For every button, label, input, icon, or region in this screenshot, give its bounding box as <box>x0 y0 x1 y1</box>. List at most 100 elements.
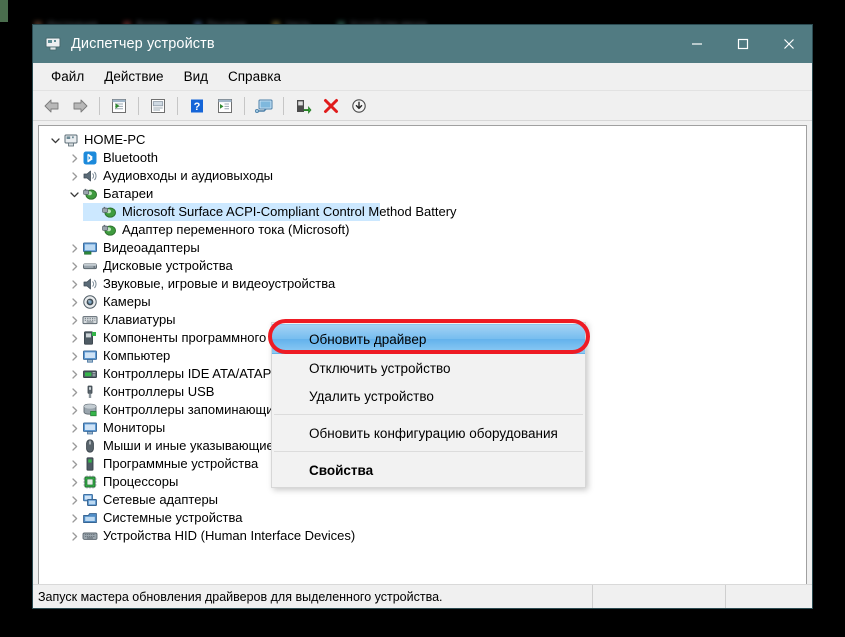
context-menu-item[interactable]: Отключить устройство <box>272 354 585 382</box>
chevron-right-icon[interactable] <box>66 311 82 329</box>
window-titlebar[interactable]: Диспетчер устройств <box>33 25 812 63</box>
device-tree-panel[interactable]: HOME-PC Bluetooth Аудиовходы и аудиовыходы… <box>38 125 807 595</box>
tree-item[interactable]: Аудиовходы и аудиовыходы <box>39 167 806 185</box>
properties-icon[interactable] <box>145 94 171 118</box>
chevron-right-icon[interactable] <box>66 437 82 455</box>
tree-item-label: Аудиовходы и аудиовыходы <box>103 168 273 183</box>
disable-device-icon[interactable] <box>346 94 372 118</box>
context-menu-item[interactable]: Свойства <box>272 456 585 484</box>
help-icon[interactable]: ? <box>184 94 210 118</box>
show-hidden-devices-icon[interactable] <box>106 94 132 118</box>
context-menu-separator <box>274 414 583 415</box>
backdrop-left-chip <box>0 0 8 22</box>
tree-item[interactable]: Батареи <box>39 185 806 203</box>
close-icon[interactable] <box>766 25 812 63</box>
tree-item-label: Дисковые устройства <box>103 258 233 273</box>
tree-item-label: Контроллеры USB <box>103 384 215 399</box>
chevron-right-icon[interactable] <box>66 473 82 491</box>
toolbar-separator <box>283 96 284 115</box>
chevron-right-icon[interactable] <box>66 347 82 365</box>
tree-item[interactable]: Устройства HID (Human Interface Devices) <box>39 527 806 545</box>
tree-item-label: Батареи <box>103 186 154 201</box>
chevron-down-icon[interactable] <box>66 185 82 203</box>
tree-item[interactable]: Видеоадаптеры <box>39 239 806 257</box>
chevron-right-icon[interactable] <box>66 149 82 167</box>
toolbar-separator <box>177 96 178 115</box>
chevron-right-icon[interactable] <box>66 257 82 275</box>
monitor-icon <box>82 420 98 436</box>
minimize-icon[interactable] <box>674 25 720 63</box>
chevron-right-icon[interactable] <box>66 401 82 419</box>
chevron-right-icon[interactable] <box>66 455 82 473</box>
toolbar-separator <box>138 96 139 115</box>
menu-item-4[interactable]: Справка <box>218 65 291 88</box>
menu-item-1[interactable]: Файл <box>41 65 94 88</box>
tree-item[interactable]: Дисковые устройства <box>39 257 806 275</box>
chevron-right-icon[interactable] <box>66 275 82 293</box>
chevron-right-icon[interactable] <box>66 365 82 383</box>
tree-item-label: Компьютер <box>103 348 171 363</box>
bluetooth-icon <box>82 150 98 166</box>
tree-item[interactable]: Системные устройства <box>39 509 806 527</box>
status-message-pane: Запуск мастера обновления драйверов для … <box>33 585 593 608</box>
uninstall-device-icon[interactable] <box>318 94 344 118</box>
console-icon[interactable] <box>251 94 277 118</box>
tree-item[interactable]: Камеры <box>39 293 806 311</box>
tree-item-label: Адаптер переменного тока (Microsoft) <box>122 222 350 237</box>
svg-text:?: ? <box>194 101 201 113</box>
toolbar-separator <box>244 96 245 115</box>
audio-icon <box>82 168 98 184</box>
tree-item[interactable]: Звуковые, игровые и видеоустройства <box>39 275 806 293</box>
hid-device-icon <box>82 528 98 544</box>
display-adapter-icon <box>82 240 98 256</box>
tree-item[interactable]: HOME-PC <box>39 131 806 149</box>
tree-item-label: Мониторы <box>103 420 166 435</box>
computer-root-icon <box>63 132 79 148</box>
network-adapter-icon <box>82 492 98 508</box>
tree-item-label: Программные устройства <box>103 456 259 471</box>
toolbar-separator <box>99 96 100 115</box>
scan-hardware-icon[interactable] <box>212 94 238 118</box>
processor-icon <box>82 474 98 490</box>
context-menu[interactable]: Обновить драйвер Отключить устройство Удал… <box>271 322 586 488</box>
tree-item-selected[interactable]: Microsoft Surface ACPI-Compliant Control… <box>39 203 806 221</box>
menu-item-2[interactable]: Действие <box>94 65 173 88</box>
chevron-right-icon[interactable] <box>66 527 82 545</box>
battery-icon <box>101 204 117 220</box>
chevron-right-icon[interactable] <box>66 167 82 185</box>
back-arrow-icon[interactable] <box>39 94 65 118</box>
tree-item[interactable]: Сетевые адаптеры <box>39 491 806 509</box>
chevron-right-icon[interactable] <box>66 419 82 437</box>
tree-item-label: Microsoft Surface ACPI-Compliant Control… <box>122 204 457 219</box>
context-menu-item[interactable]: Обновить конфигурацию оборудования <box>272 419 585 447</box>
status-text: Запуск мастера обновления драйверов для … <box>38 589 443 604</box>
chevron-right-icon[interactable] <box>66 293 82 311</box>
update-driver-icon[interactable] <box>290 94 316 118</box>
toolbar: ? <box>33 91 812 121</box>
mouse-icon <box>82 438 98 454</box>
chevron-right-icon[interactable] <box>66 509 82 527</box>
tree-item-label: Bluetooth <box>103 150 158 165</box>
context-menu-item[interactable]: Обновить драйвер <box>272 324 585 354</box>
maximize-icon[interactable] <box>720 25 766 63</box>
tree-item-label: Звуковые, игровые и видеоустройства <box>103 276 336 291</box>
window-title: Диспетчер устройств <box>71 36 215 52</box>
battery-icon <box>101 222 117 238</box>
tree-item-label: Сетевые адаптеры <box>103 492 219 507</box>
device-manager-window: Диспетчер устройств Файл Действие Вид Справ… <box>33 25 812 608</box>
tree-item[interactable]: Bluetooth <box>39 149 806 167</box>
tree-item-label: Контроллеры IDE ATA/ATAPI <box>103 366 275 381</box>
menu-item-3[interactable]: Вид <box>174 65 218 88</box>
tree-item-label: Системные устройства <box>103 510 243 525</box>
tree-item-label: Процессоры <box>103 474 179 489</box>
chevron-right-icon[interactable] <box>66 383 82 401</box>
chevron-right-icon[interactable] <box>66 491 82 509</box>
chevron-right-icon[interactable] <box>66 329 82 347</box>
chevron-down-icon[interactable] <box>47 131 63 149</box>
forward-arrow-icon[interactable] <box>67 94 93 118</box>
context-menu-item[interactable]: Удалить устройство <box>272 382 585 410</box>
tree-item[interactable]: Адаптер переменного тока (Microsoft) <box>39 221 806 239</box>
camera-icon <box>82 294 98 310</box>
chevron-right-icon[interactable] <box>66 239 82 257</box>
tree-item-label: Клавиатуры <box>103 312 176 327</box>
